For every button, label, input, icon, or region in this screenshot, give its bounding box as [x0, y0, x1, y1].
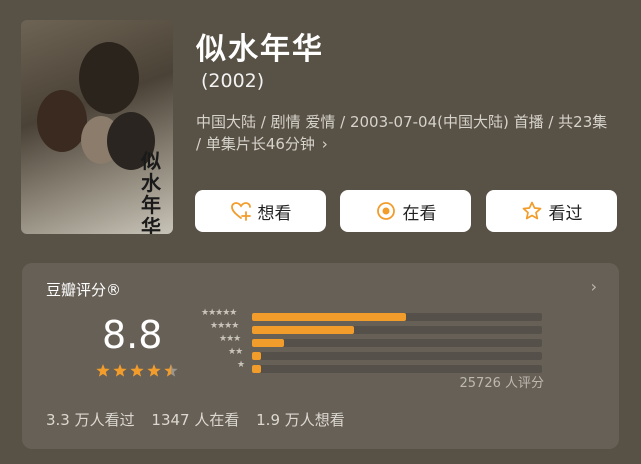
rating-bar-fill — [252, 326, 354, 334]
bar-star-label: ★ — [237, 360, 245, 370]
rating-bar-track — [252, 313, 542, 321]
star-icon — [96, 364, 110, 377]
rating-bar-fill — [252, 352, 261, 360]
rating-bar-track — [252, 326, 542, 334]
chevron-right-icon: › — [321, 135, 328, 153]
poster-figure-woman — [37, 90, 87, 152]
poster-image[interactable]: 似水年华 — [21, 20, 173, 234]
rating-score: 8.8 — [102, 313, 163, 357]
poster-title-text: 似水年华 — [141, 149, 161, 234]
rating-stats: 3.3 万人看过 1347 人在看 1.9 万人想看 — [46, 409, 357, 430]
stat-watched: 3.3 万人看过 — [46, 411, 135, 429]
star-outline-icon — [521, 200, 543, 222]
chevron-right-icon[interactable]: › — [591, 277, 597, 296]
bar-star-label: ★★★ — [219, 334, 241, 344]
stat-want: 1.9 万人想看 — [256, 411, 345, 429]
rating-bar-fill — [252, 365, 261, 373]
release-year: (2002) — [201, 70, 265, 92]
rating-bar-fill — [252, 339, 284, 347]
movie-meta-info[interactable]: 中国大陆 / 剧情 爱情 / 2003-07-04(中国大陆) 首播 / 共23… — [196, 111, 616, 155]
watched-label: 看过 — [548, 203, 583, 224]
star-icon — [130, 364, 144, 377]
watched-button[interactable]: 看过 — [486, 190, 617, 232]
rating-bar-track — [252, 339, 542, 347]
want-to-watch-button[interactable]: 想看 — [195, 190, 326, 232]
score-stars — [95, 363, 179, 383]
watching-button[interactable]: 在看 — [340, 190, 471, 232]
page-title: 似水年华 — [196, 32, 324, 67]
rating-heading: 豆瓣评分® — [46, 281, 122, 299]
want-label: 想看 — [257, 203, 292, 224]
bar-star-label: ★★★★★ — [201, 308, 237, 318]
bar-star-label: ★★★★ — [210, 321, 239, 331]
poster-figure-man — [79, 42, 139, 114]
star-icon — [147, 364, 161, 377]
stat-watching: 1347 人在看 — [151, 411, 240, 429]
bar-star-label: ★★ — [228, 347, 243, 357]
star-icon — [113, 364, 127, 377]
rating-card[interactable]: 豆瓣评分® › 8.8 ★★★★★ ★★★★ ★★★ ★★ ★ 25726 人评分 3.… — [22, 263, 619, 449]
rating-bar-fill — [252, 313, 406, 321]
rating-count: 25726 人评分 — [459, 376, 545, 391]
star-icon — [164, 364, 178, 377]
target-icon — [375, 200, 397, 222]
meta-text: 中国大陆 / 剧情 爱情 / 2003-07-04(中国大陆) 首播 / 共23… — [196, 113, 608, 153]
rating-bar-track — [252, 352, 542, 360]
watching-label: 在看 — [402, 203, 437, 224]
heart-plus-icon — [230, 200, 252, 222]
